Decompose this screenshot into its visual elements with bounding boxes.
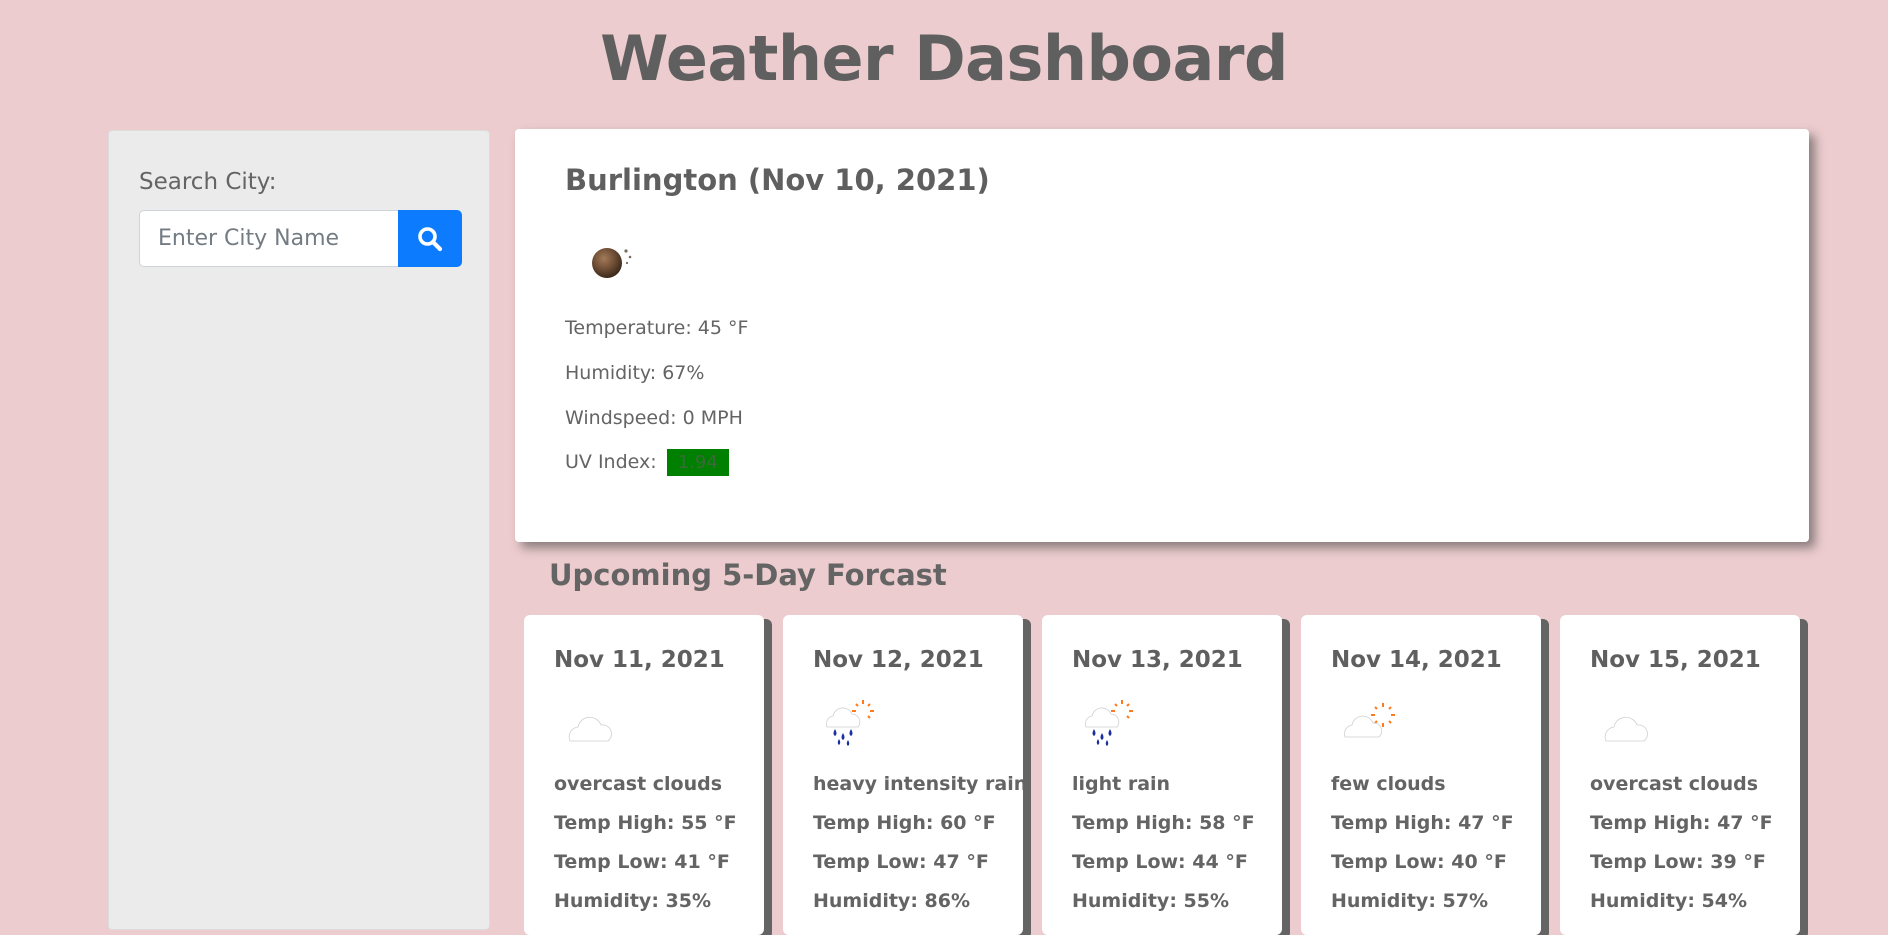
- forecast-date: Nov 13, 2021: [1072, 647, 1243, 673]
- search-input[interactable]: [139, 210, 399, 267]
- forecast-date: Nov 14, 2021: [1331, 647, 1502, 673]
- forecast-temp-low: Temp Low: 47 °F: [813, 851, 989, 873]
- forecast-card: Nov 12, 2021 heavy intensity rain Temp Hig…: [783, 615, 1027, 935]
- current-windspeed: Windspeed: 0 MPH: [565, 407, 743, 429]
- search-group: [139, 210, 462, 267]
- forecast-title: Upcoming 5-Day Forcast: [549, 558, 947, 592]
- forecast-temp-low: Temp Low: 41 °F: [554, 851, 730, 873]
- current-humidity: Humidity: 67%: [565, 362, 705, 384]
- sidebar: Search City:: [108, 130, 490, 930]
- forecast-temp-high: Temp High: 55 °F: [554, 812, 737, 834]
- rain-sun-icon: [1085, 700, 1133, 746]
- uv-index-badge: 1.94: [666, 449, 729, 476]
- current-weather-card: Burlington (Nov 10, 2021) Temperature: 4…: [515, 129, 1809, 542]
- forecast-temp-high: Temp High: 60 °F: [813, 812, 996, 834]
- clear-night-icon: [592, 248, 632, 278]
- forecast-humidity: Humidity: 54%: [1590, 890, 1748, 912]
- search-icon: [418, 226, 443, 251]
- page-title: Weather Dashboard: [600, 22, 1288, 95]
- forecast-temp-high: Temp High: 47 °F: [1590, 812, 1773, 834]
- few-clouds-icon: [1344, 703, 1395, 738]
- forecast-date: Nov 15, 2021: [1590, 647, 1761, 673]
- forecast-card: Nov 15, 2021 overcast clouds Temp High: 47…: [1560, 615, 1800, 935]
- forecast-temp-high: Temp High: 58 °F: [1072, 812, 1255, 834]
- forecast-description: overcast clouds: [554, 773, 723, 795]
- current-temperature: Temperature: 45 °F: [565, 317, 749, 339]
- forecast-temp-high: Temp High: 47 °F: [1331, 812, 1514, 834]
- search-label: Search City:: [139, 169, 277, 195]
- search-button[interactable]: [398, 210, 462, 267]
- forecast-date: Nov 11, 2021: [554, 647, 725, 673]
- forecast-temp-low: Temp Low: 39 °F: [1590, 851, 1766, 873]
- forecast-temp-low: Temp Low: 40 °F: [1331, 851, 1507, 873]
- overcast-clouds-icon: [1604, 715, 1662, 742]
- forecast-card: Nov 14, 2021 few clouds Temp High: 47 °F Te…: [1301, 615, 1541, 935]
- forecast-card: Nov 11, 2021 overcast clouds Temp High: 55…: [524, 615, 764, 935]
- forecast-date: Nov 12, 2021: [813, 647, 984, 673]
- rain-sun-icon: [826, 700, 874, 746]
- forecast-description: overcast clouds: [1590, 773, 1759, 795]
- current-uv-row: UV Index: 1.94: [565, 449, 729, 476]
- forecast-description: few clouds: [1331, 773, 1446, 795]
- forecast-humidity: Humidity: 35%: [554, 890, 712, 912]
- forecast-temp-low: Temp Low: 44 °F: [1072, 851, 1248, 873]
- overcast-clouds-icon: [568, 715, 626, 742]
- forecast-humidity: Humidity: 57%: [1331, 890, 1489, 912]
- forecast-description: heavy intensity rain: [813, 773, 1028, 795]
- current-city-title: Burlington (Nov 10, 2021): [565, 163, 990, 197]
- forecast-card: Nov 13, 2021 light rain Temp High: 58 °F Te…: [1042, 615, 1282, 935]
- forecast-humidity: Humidity: 55%: [1072, 890, 1230, 912]
- uv-label: UV Index:: [565, 451, 657, 473]
- forecast-humidity: Humidity: 86%: [813, 890, 971, 912]
- forecast-description: light rain: [1072, 773, 1171, 795]
